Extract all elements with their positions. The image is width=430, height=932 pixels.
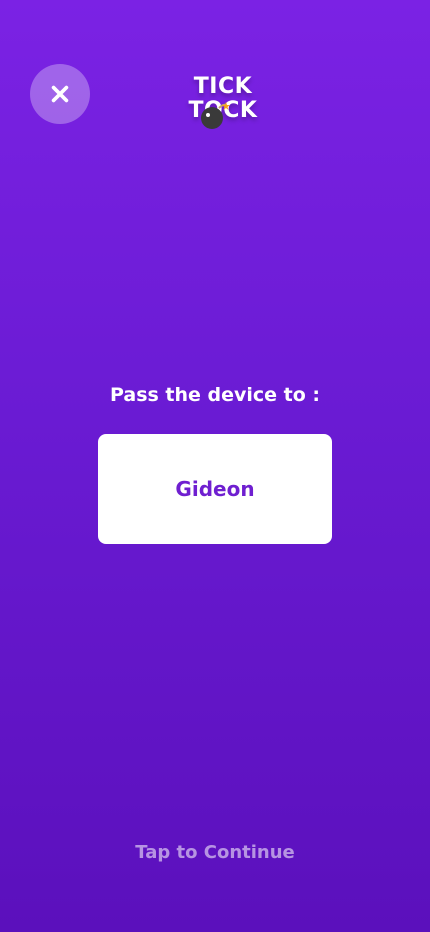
pass-device-screen: TICK TOCK Pass the device to : Gideon Ta… <box>0 0 430 932</box>
logo-text-line1: TICK <box>193 74 253 99</box>
tap-to-continue-button[interactable]: Tap to Continue <box>0 840 430 866</box>
close-icon <box>51 85 69 103</box>
player-card: Gideon <box>98 434 332 544</box>
bomb-icon <box>201 102 230 129</box>
player-name: Gideon <box>175 477 255 501</box>
close-button[interactable] <box>30 64 90 124</box>
tick-tock-logo: TICK TOCK <box>185 74 261 129</box>
pass-device-prompt: Pass the device to : <box>109 384 321 406</box>
